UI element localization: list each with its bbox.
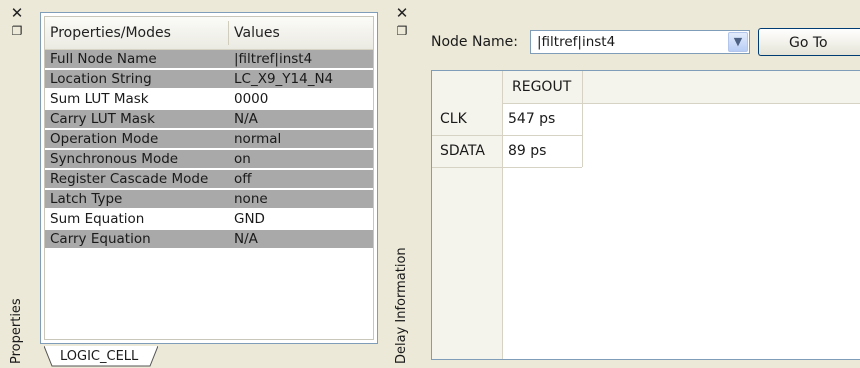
cell-clk-regout[interactable]: 547 ps (508, 103, 555, 135)
property-value: LC_X9_Y14_N4 (234, 71, 334, 87)
properties-table: Properties/Modes Values Full Node Name |f… (44, 16, 374, 340)
property-name: Location String (50, 71, 152, 87)
table-row[interactable]: Register Cascade Mode off (45, 170, 373, 188)
node-name-label: Node Name: (431, 34, 519, 50)
property-name: Carry LUT Mask (50, 111, 155, 127)
table-row[interactable]: Operation Mode normal (45, 130, 373, 148)
property-value: |filtref|inst4 (234, 51, 313, 67)
property-value: off (234, 171, 252, 187)
properties-dock-label[interactable]: Properties (9, 298, 24, 364)
tab-label: LOGIC_CELL (60, 349, 139, 364)
table-row[interactable]: Full Node Name |filtref|inst4 (45, 50, 373, 68)
property-value: on (234, 151, 251, 167)
go-to-label: Go To (789, 35, 828, 51)
property-value: normal (234, 131, 282, 147)
delay-dock-strip: ✕ ❐ Delay Information (388, 0, 416, 368)
column-header-properties[interactable]: Properties/Modes (50, 25, 171, 41)
delay-table-header (432, 71, 860, 104)
property-value: none (234, 191, 268, 207)
node-name-value: |filtref|inst4 (537, 34, 616, 50)
property-name: Synchronous Mode (50, 151, 179, 167)
property-name: Carry Equation (50, 231, 151, 247)
property-name: Sum Equation (50, 211, 145, 227)
table-row[interactable]: Sum LUT Mask 0000 (45, 90, 373, 108)
float-window-icon[interactable]: ❐ (394, 24, 410, 38)
table-row[interactable]: Location String LC_X9_Y14_N4 (45, 70, 373, 88)
property-value: 0000 (234, 91, 269, 107)
close-icon[interactable]: ✕ (394, 6, 410, 21)
property-value: GND (234, 211, 265, 227)
table-row[interactable]: Carry LUT Mask N/A (45, 110, 373, 128)
column-header-regout[interactable]: REGOUT (512, 71, 571, 103)
row-label-sdata: SDATA (440, 143, 485, 159)
column-header-values[interactable]: Values (234, 25, 280, 41)
cell-sdata-regout[interactable]: 89 ps (508, 135, 546, 167)
property-name: Full Node Name (50, 51, 157, 67)
row-label-clk: CLK (440, 111, 467, 127)
delay-dock-label[interactable]: Delay Information (394, 247, 409, 364)
go-to-button[interactable]: Go To (758, 28, 860, 56)
chevron-down-icon[interactable]: ▼ (728, 32, 748, 52)
properties-dock-strip: ✕ ❐ Properties (0, 0, 34, 368)
property-value: N/A (234, 111, 258, 127)
float-window-icon[interactable]: ❐ (9, 24, 25, 38)
property-value: N/A (234, 231, 258, 247)
property-name: Operation Mode (50, 131, 159, 147)
property-name: Latch Type (50, 191, 123, 207)
table-row[interactable]: Latch Type none (45, 190, 373, 208)
table-row[interactable]: Synchronous Mode on (45, 150, 373, 168)
property-name: Register Cascade Mode (50, 171, 209, 187)
tab-logic-cell[interactable]: LOGIC_CELL (44, 346, 158, 368)
property-name: Sum LUT Mask (50, 91, 149, 107)
properties-table-header: Properties/Modes Values (45, 17, 373, 50)
close-icon[interactable]: ✕ (9, 6, 25, 21)
delay-table: REGOUT CLK 547 ps SDATA 89 ps (431, 70, 860, 360)
node-name-combobox[interactable]: |filtref|inst4 ▼ (530, 30, 750, 54)
table-row[interactable]: Carry Equation N/A (45, 230, 373, 248)
table-row[interactable]: Sum Equation GND (45, 210, 373, 228)
